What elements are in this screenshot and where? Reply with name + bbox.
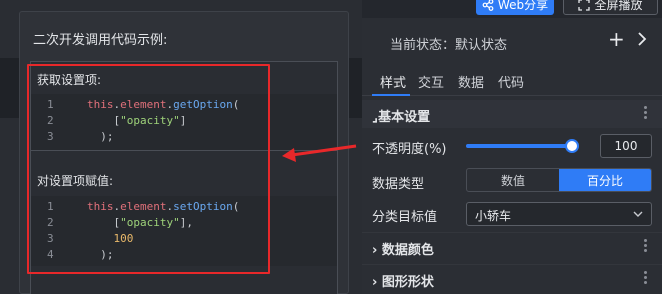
chevron-right-icon[interactable] bbox=[637, 31, 647, 47]
more-options-icon[interactable] bbox=[644, 271, 648, 285]
tab-style[interactable]: 样式 bbox=[380, 72, 406, 91]
current-state-label: 当前状态：默认状态 bbox=[390, 38, 508, 53]
category-target-label: 分类目标值 bbox=[372, 210, 438, 225]
opacity-slider[interactable] bbox=[466, 139, 579, 153]
opacity-value: 100 bbox=[614, 139, 638, 153]
highlight-frame bbox=[27, 64, 270, 274]
panel-tabs: 样式 交互 数据 代码 bbox=[362, 64, 662, 96]
data-type-option-percent[interactable]: 百分比 bbox=[559, 169, 651, 191]
more-options-icon[interactable] bbox=[644, 239, 648, 253]
fullscreen-icon bbox=[578, 0, 591, 11]
data-type-toggle: 数值 百分比 bbox=[466, 168, 652, 192]
tab-interaction[interactable]: 交互 bbox=[418, 72, 444, 91]
more-options-icon[interactable] bbox=[644, 106, 648, 120]
tab-code[interactable]: 代码 bbox=[498, 72, 524, 91]
opacity-slider-fill bbox=[466, 144, 572, 148]
web-share-label: Web分享 bbox=[497, 0, 549, 12]
section-shape[interactable]: › 图形形状 bbox=[362, 264, 662, 294]
web-share-button[interactable]: Web分享 bbox=[476, 0, 554, 15]
section-data-color[interactable]: › 数据颜色 bbox=[362, 232, 662, 262]
share-icon bbox=[482, 0, 494, 11]
section-shape-label: 图形形状 bbox=[381, 275, 434, 290]
popup-title: 二次开发调用代码示例: bbox=[33, 33, 168, 48]
settings-panel: 当前状态：默认状态 + 样式 交互 数据 代码 ⌟基本设置 不透明度(%) 10… bbox=[362, 18, 662, 294]
section-data-color-title: › 数据颜色 bbox=[372, 243, 434, 258]
section-basic-settings[interactable]: ⌟基本设置 bbox=[362, 100, 662, 128]
opacity-label: 不透明度(%) bbox=[372, 142, 447, 157]
add-state-icon[interactable]: + bbox=[608, 29, 625, 49]
fullscreen-play-button[interactable]: 全屏播放 bbox=[563, 0, 658, 15]
category-target-select[interactable]: 小轿车 bbox=[466, 202, 652, 226]
fullscreen-play-label: 全屏播放 bbox=[594, 0, 643, 12]
chevron-down-icon bbox=[633, 211, 643, 217]
opacity-slider-handle[interactable] bbox=[565, 139, 579, 153]
section-data-color-label: 数据颜色 bbox=[381, 243, 434, 258]
active-tab-indicator bbox=[372, 94, 410, 96]
section-basic-title: ⌟基本设置 bbox=[372, 110, 431, 125]
data-type-label: 数据类型 bbox=[372, 177, 425, 192]
section-basic-label: 基本设置 bbox=[378, 110, 431, 125]
section-shape-title: › 图形形状 bbox=[372, 275, 434, 290]
tab-data[interactable]: 数据 bbox=[458, 72, 484, 91]
state-row: 当前状态：默认状态 + bbox=[362, 18, 662, 64]
pointer-arrow bbox=[282, 144, 357, 162]
opacity-input[interactable]: 100 bbox=[600, 134, 652, 158]
category-target-value: 小轿车 bbox=[475, 209, 512, 223]
data-type-option-number[interactable]: 数值 bbox=[467, 169, 559, 191]
